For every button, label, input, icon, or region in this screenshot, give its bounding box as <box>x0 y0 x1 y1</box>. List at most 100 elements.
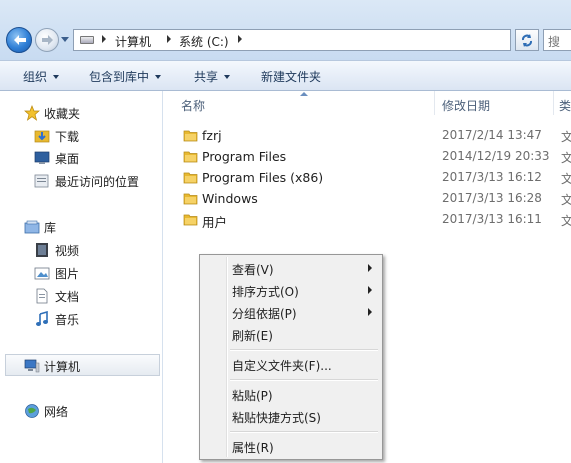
nav-documents[interactable]: 文档 <box>0 285 160 307</box>
nav-pictures[interactable]: 图片 <box>0 262 160 284</box>
arrow-right-icon <box>42 35 53 45</box>
back-button[interactable] <box>6 27 32 53</box>
address-bar-region: 计算机 系统 (C:) 搜 <box>0 0 571 60</box>
command-bar: 组织 包含到库中 共享 新建文件夹 <box>0 60 571 91</box>
column-divider[interactable] <box>553 91 554 115</box>
nav-desktop[interactable]: 桌面 <box>0 147 160 169</box>
menu-item-sort-by[interactable]: 排序方式(O) <box>202 279 380 301</box>
menu-item-label: 分组依据(P) <box>232 307 297 321</box>
submenu-arrow-icon <box>368 308 372 316</box>
menu-item-paste-shortcut[interactable]: 粘贴快捷方式(S) <box>202 405 380 427</box>
menu-separator <box>230 349 378 351</box>
recent-pages-dropdown-icon[interactable] <box>61 37 69 43</box>
context-menu: 查看(V) 排序方式(O) 分组依据(P) 刷新(E) 自定义文件夹(F)...… <box>199 254 383 460</box>
menu-item-group-by[interactable]: 分组依据(P) <box>202 301 380 323</box>
video-icon <box>36 243 48 257</box>
computer-drive-icon <box>80 36 94 44</box>
breadcrumb-system-drive[interactable]: 系统 (C:) <box>179 33 229 50</box>
file-type: 文 <box>561 193 571 207</box>
file-row[interactable]: 用户 2017/3/13 16:11 文 <box>163 209 571 230</box>
refresh-button[interactable] <box>515 29 539 51</box>
file-row[interactable]: Program Files 2014/12/19 20:33 文 <box>163 146 571 167</box>
file-name: fzrj <box>202 128 222 143</box>
file-name: Program Files (x86) <box>202 170 324 185</box>
menu-item-label: 属性(R) <box>232 441 274 455</box>
menu-item-view[interactable]: 查看(V) <box>202 257 380 279</box>
chevron-down-icon <box>155 75 162 79</box>
chevron-down-icon <box>53 75 60 79</box>
file-row[interactable]: fzrj 2017/2/14 13:47 文 <box>163 125 571 146</box>
nav-libraries[interactable]: 库 <box>0 216 160 238</box>
breadcrumb-chevron-icon[interactable] <box>167 35 171 43</box>
menu-item-customize-folder[interactable]: 自定义文件夹(F)... <box>202 353 380 375</box>
folder-icon <box>183 193 198 205</box>
nav-label: 文档 <box>55 290 80 304</box>
folder-icon <box>183 130 198 142</box>
file-row[interactable]: Windows 2017/3/13 16:28 文 <box>163 188 571 209</box>
column-divider[interactable] <box>434 91 435 115</box>
nav-label: 图片 <box>55 267 80 281</box>
nav-label: 收藏夹 <box>44 107 81 121</box>
pictures-icon <box>34 267 50 280</box>
nav-label: 音乐 <box>55 313 80 327</box>
search-input[interactable]: 搜 <box>543 29 571 51</box>
forward-button[interactable] <box>35 28 59 52</box>
include-in-library-label: 包含到库中 <box>89 70 150 84</box>
organize-menu[interactable]: 组织 <box>23 68 60 85</box>
new-folder-button[interactable]: 新建文件夹 <box>261 68 321 85</box>
menu-item-label: 排序方式(O) <box>232 285 299 299</box>
file-date: 2017/3/13 16:12 <box>442 170 542 184</box>
organize-label: 组织 <box>23 70 48 84</box>
file-date: 2014/12/19 20:33 <box>442 149 550 163</box>
recent-places-icon <box>34 174 49 188</box>
computer-icon <box>24 359 40 373</box>
sort-ascending-icon <box>300 92 308 96</box>
file-type: 文 <box>561 214 571 228</box>
menu-separator <box>230 379 378 381</box>
file-name: 用户 <box>202 215 228 230</box>
menu-item-paste[interactable]: 粘贴(P) <box>202 383 380 405</box>
nav-favorites[interactable]: 收藏夹 <box>0 102 160 124</box>
nav-recent-places[interactable]: 最近访问的位置 <box>0 170 160 192</box>
network-icon <box>25 404 39 418</box>
breadcrumb-computer[interactable]: 计算机 <box>115 33 151 50</box>
desktop-icon <box>34 151 50 164</box>
nav-videos[interactable]: 视频 <box>0 239 160 261</box>
column-header-date-modified[interactable]: 修改日期 <box>442 97 490 114</box>
nav-downloads[interactable]: 下载 <box>0 125 160 147</box>
column-header-name[interactable]: 名称 <box>181 97 205 114</box>
menu-item-properties[interactable]: 属性(R) <box>202 435 380 457</box>
nav-computer[interactable]: 计算机 <box>5 354 160 376</box>
menu-item-refresh[interactable]: 刷新(E) <box>202 323 380 345</box>
menu-item-label: 刷新(E) <box>232 329 273 343</box>
file-type: 文 <box>561 151 571 165</box>
address-input[interactable]: 计算机 系统 (C:) <box>73 29 571 51</box>
share-label: 共享 <box>194 70 219 84</box>
nav-label: 视频 <box>55 244 80 258</box>
nav-network[interactable]: 网络 <box>0 400 160 422</box>
arrow-left-icon <box>14 35 26 45</box>
nav-label: 计算机 <box>44 360 81 374</box>
column-header-type[interactable]: 类 <box>559 97 571 114</box>
chevron-down-icon <box>224 75 231 79</box>
music-note-icon <box>36 311 48 326</box>
submenu-arrow-icon <box>368 264 372 272</box>
navigation-pane: 收藏夹 下载 桌面 最近访问的位置 库 视频 图片 文档 音乐 计算机 网络 <box>0 91 162 463</box>
file-type: 文 <box>561 172 571 186</box>
library-icon <box>24 220 40 234</box>
download-folder-icon <box>34 130 50 143</box>
nav-music[interactable]: 音乐 <box>0 308 160 330</box>
breadcrumb-chevron-icon[interactable] <box>102 35 106 43</box>
file-name: Program Files <box>202 149 287 164</box>
folder-icon <box>183 172 198 184</box>
file-date: 2017/2/14 13:47 <box>442 128 542 142</box>
file-row[interactable]: Program Files (x86) 2017/3/13 16:12 文 <box>163 167 571 188</box>
breadcrumb-chevron-icon[interactable] <box>238 35 242 43</box>
file-date: 2017/3/13 16:28 <box>442 191 542 205</box>
nav-label: 下载 <box>55 130 80 144</box>
nav-label: 库 <box>44 221 57 235</box>
share-menu[interactable]: 共享 <box>194 68 231 85</box>
submenu-arrow-icon <box>368 286 372 294</box>
menu-item-label: 粘贴(P) <box>232 389 273 403</box>
include-in-library-menu[interactable]: 包含到库中 <box>89 68 162 85</box>
